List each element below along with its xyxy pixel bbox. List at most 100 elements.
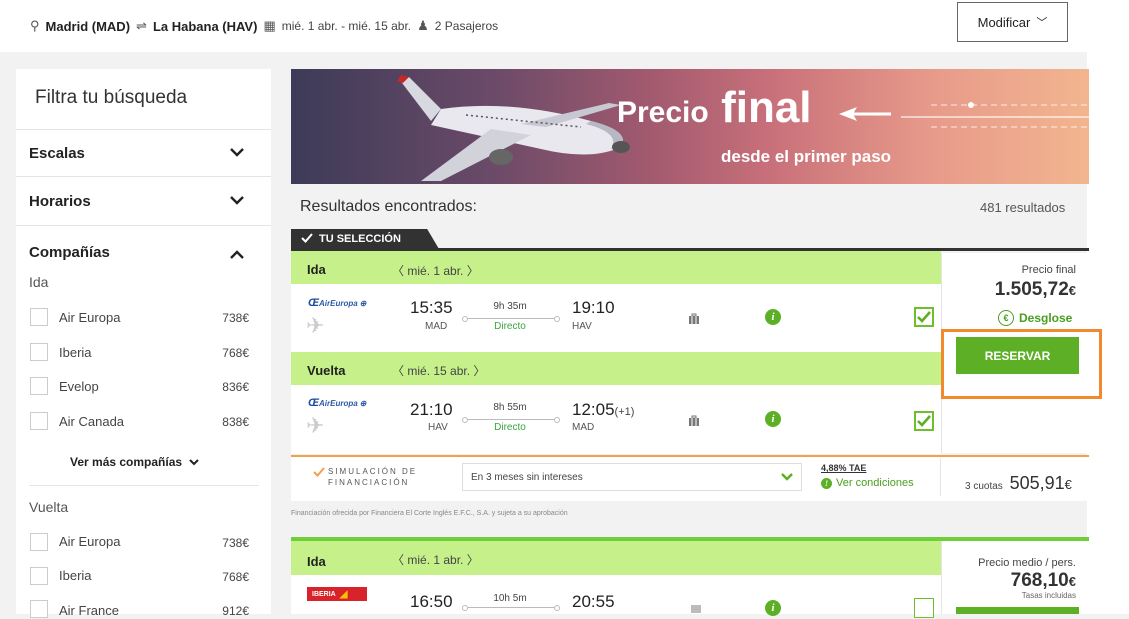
average-price: 768,10€ <box>950 570 1076 592</box>
filter-section-stops[interactable]: Escalas <box>29 145 85 162</box>
installments-label: 3 cuotas <box>965 481 1003 492</box>
airline-checkbox[interactable] <box>30 533 48 551</box>
airline-logo-text: IBERIA <box>312 590 336 598</box>
chevron-down-icon <box>189 455 200 469</box>
chevron-left-icon[interactable]: 〈 <box>392 553 404 567</box>
financing-title-line2: FINANCIACIÓN <box>328 478 410 487</box>
airplane-icon: ✈ <box>306 313 325 338</box>
financing-select[interactable]: En 3 meses sin intereses <box>462 463 802 491</box>
airline-name: Iberia <box>59 568 92 583</box>
destination-text: La Habana (HAV) <box>152 18 258 34</box>
return-date-nav[interactable]: 〈 mié. 15 abr. 〉 <box>392 362 485 379</box>
filter-section-airlines[interactable]: Compañías <box>29 244 110 261</box>
outbound-header <box>291 251 941 284</box>
total-price-value: 1.505,72 <box>994 279 1069 300</box>
trip-summary: ⚲ Madrid (MAD) ⇌ La Habana (HAV) ▦ mié. … <box>30 18 498 34</box>
price-label: Precio medio / pers. <box>978 557 1076 569</box>
modify-label: Modificar <box>977 14 1031 30</box>
airline-checkbox[interactable] <box>30 308 48 326</box>
airline-price: 738€ <box>222 536 249 550</box>
outbound-date-nav[interactable]: 〈 mié. 1 abr. 〉 <box>392 262 479 279</box>
chevron-right-icon[interactable]: 〉 <box>473 364 485 378</box>
tax-note: Tasas incluidas <box>1021 591 1076 600</box>
financing-disclaimer: Financiación ofrecida por Financiera El … <box>291 510 568 517</box>
airline-logo-badge: ⊕ <box>359 299 367 308</box>
reserve-button[interactable] <box>956 607 1079 614</box>
outbound-date: mié. 1 abr. <box>407 553 464 567</box>
route-line <box>468 318 554 319</box>
arrival-airport: HAV <box>572 321 592 332</box>
flight-stops: Directo <box>494 422 526 433</box>
selection-tab-label: TU SELECCIÓN <box>319 233 401 245</box>
total-price-currency: € <box>1068 283 1076 298</box>
baggage-icon <box>688 312 700 330</box>
route-line <box>468 419 554 420</box>
airline-checkbox[interactable] <box>30 343 48 361</box>
outbound-date-nav[interactable]: 〈 mié. 1 abr. 〉 <box>392 551 479 568</box>
chevron-right-icon[interactable]: 〉 <box>467 264 479 278</box>
financing-title-line1: SIMULACIÓN DE <box>328 467 418 476</box>
airline-checkbox[interactable] <box>30 412 48 430</box>
filter-section-schedules[interactable]: Horarios <box>29 193 91 210</box>
financing-title: SIMULACIÓN DE FINANCIACIÓN <box>328 466 417 488</box>
breakdown-link[interactable]: € Desglose <box>998 310 1072 326</box>
select-outbound-checkbox[interactable] <box>914 598 934 618</box>
outbound-label: Ida <box>307 554 326 569</box>
breakdown-label: Desglose <box>1019 311 1073 325</box>
chevron-down-icon[interactable] <box>230 193 244 208</box>
financing-option: En 3 meses sin intereses <box>471 471 583 483</box>
arrival-next-day: (+1) <box>614 406 635 418</box>
arrival-time: 12:05 <box>572 400 615 419</box>
chevron-left-icon[interactable]: 〈 <box>392 364 404 378</box>
info-icon[interactable]: i <box>765 411 781 427</box>
flight-duration: 8h 55m <box>493 402 527 413</box>
banner-headline: Precio final <box>617 83 812 133</box>
results-heading: Resultados encontrados: <box>300 198 477 215</box>
origin-text: Madrid (MAD) <box>45 18 131 34</box>
banner-precio: Precio <box>617 96 709 129</box>
select-return-checkbox[interactable] <box>914 411 934 431</box>
chevron-down-icon <box>781 468 793 486</box>
airline-logo: IBERIA ◢ <box>307 587 367 601</box>
chevron-right-icon[interactable]: 〉 <box>467 553 479 567</box>
airline-name: Evelop <box>59 379 99 394</box>
airline-logo: ŒAirEuropa ⊕ <box>308 297 366 309</box>
chevron-up-icon[interactable] <box>230 248 244 263</box>
return-subheading: Vuelta <box>29 499 69 515</box>
divider <box>29 485 259 486</box>
airline-logo-mark: Œ <box>308 297 319 309</box>
arrival-time-group: 12:05(+1) <box>572 400 634 420</box>
installment-currency: € <box>1064 477 1072 492</box>
airline-checkbox[interactable] <box>30 600 48 618</box>
airline-logo-mark: Œ <box>308 397 319 409</box>
show-more-label: Ver más compañías <box>70 455 183 469</box>
arrival-airport: MAD <box>572 422 595 433</box>
modify-button[interactable]: Modificar ﹀ <box>957 2 1068 42</box>
info-icon[interactable]: i <box>765 309 781 325</box>
airline-name: Air Europa <box>59 310 121 325</box>
airline-price: 768€ <box>222 346 249 360</box>
conditions-link[interactable]: ! Ver condiciones <box>821 477 914 489</box>
airline-price: 836€ <box>222 380 249 394</box>
departure-airport: MAD <box>425 321 448 332</box>
banner-subtitle: desde el primer paso <box>721 147 892 166</box>
tae-link[interactable]: 4,88% TAE <box>821 463 866 473</box>
location-pin-icon: ⚲ <box>30 18 40 33</box>
airline-checkbox[interactable] <box>30 567 48 585</box>
outbound-date: mié. 1 abr. <box>407 264 464 278</box>
chevron-left-icon[interactable]: 〈 <box>392 264 404 278</box>
selection-tab: TU SELECCIÓN <box>291 229 439 249</box>
price-label: Precio final <box>1021 264 1076 276</box>
select-outbound-checkbox[interactable] <box>914 307 934 327</box>
airplane-icon: ✈ <box>306 413 325 438</box>
flight-duration: 10h 5m <box>493 593 527 604</box>
route-dot <box>462 605 468 611</box>
show-more-airlines-link[interactable]: Ver más compañías <box>70 455 200 469</box>
calendar-icon: ▦ <box>263 18 276 33</box>
airline-price: 838€ <box>222 415 249 429</box>
chevron-down-icon[interactable] <box>230 145 244 160</box>
airline-price: 738€ <box>222 311 249 325</box>
airline-logo: ŒAirEuropa ⊕ <box>308 397 366 409</box>
airline-checkbox[interactable] <box>30 377 48 395</box>
promo-banner[interactable]: Precio final desde el primer paso <box>291 69 1089 184</box>
